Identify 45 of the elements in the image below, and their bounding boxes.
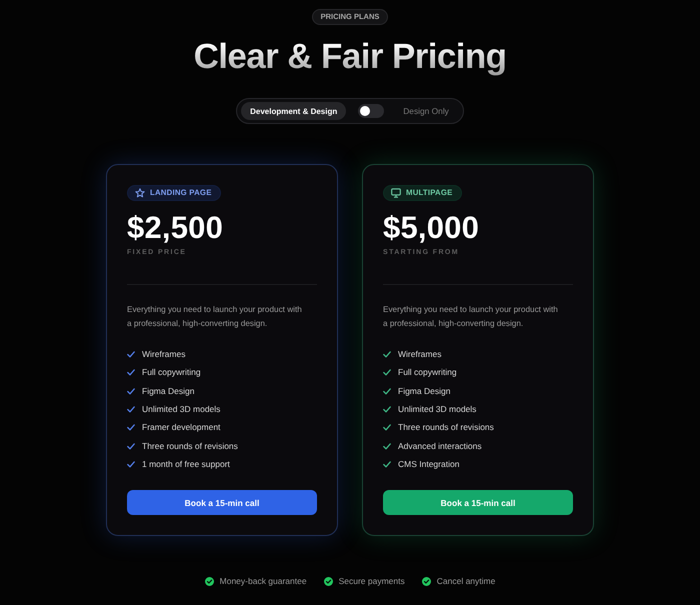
check-circle-icon xyxy=(204,576,214,586)
check-icon xyxy=(127,369,135,376)
feature-text: Unlimited 3D models xyxy=(142,404,220,415)
feature-text: Unlimited 3D models xyxy=(398,404,476,415)
guarantee-text: Cancel anytime xyxy=(436,575,496,587)
plan-description: Everything you need to launch your product with a professional, high-converting design. xyxy=(383,304,559,330)
check-icon xyxy=(127,406,135,413)
plan-price: $5,000 xyxy=(383,212,480,244)
check-icon xyxy=(383,461,391,468)
feature-text: Figma Design xyxy=(142,386,194,397)
book-call-button[interactable]: Book a 15-min call xyxy=(383,490,573,515)
toggle-option[interactable]: Design Only xyxy=(394,102,458,120)
feature-text: CMS Integration xyxy=(398,459,460,470)
feature-text: Full copywriting xyxy=(142,367,201,378)
toggle-option[interactable]: Development & Design xyxy=(241,102,346,120)
check-icon xyxy=(127,350,135,358)
check-circle-icon xyxy=(324,576,333,586)
toggle-switch[interactable] xyxy=(358,104,384,118)
check-icon xyxy=(383,350,391,358)
plan-price: $2,500 xyxy=(127,212,224,244)
feature-text: Wireframes xyxy=(142,348,186,360)
check-circle-icon xyxy=(422,576,431,586)
feature-text: 1 month of free support xyxy=(142,459,230,470)
guarantee-text: Secure payments xyxy=(338,575,405,587)
feature-text: Three rounds of revisions xyxy=(398,422,494,434)
check-icon xyxy=(383,388,391,395)
monitor-icon xyxy=(391,188,401,198)
feature-text: Figma Design xyxy=(398,386,450,397)
check-icon xyxy=(127,461,135,468)
check-icon xyxy=(383,424,391,432)
check-icon xyxy=(127,424,135,432)
feature-text: Wireframes xyxy=(398,348,442,360)
feature-text: Three rounds of revisions xyxy=(142,440,238,452)
star-icon xyxy=(135,188,145,198)
plan-description: Everything you need to launch your product with a professional, high-converting design. xyxy=(127,304,303,330)
feature-text: Advanced interactions xyxy=(398,440,482,452)
check-icon xyxy=(383,369,391,376)
guarantee-text: Money-back guarantee xyxy=(220,575,307,587)
feature-text: Full copywriting xyxy=(398,367,457,378)
check-icon xyxy=(127,442,135,450)
check-icon xyxy=(127,388,135,395)
book-call-button[interactable]: Book a 15-min call xyxy=(127,490,317,515)
feature-text: Framer development xyxy=(142,422,220,434)
check-icon xyxy=(383,442,391,450)
check-icon xyxy=(383,406,391,413)
